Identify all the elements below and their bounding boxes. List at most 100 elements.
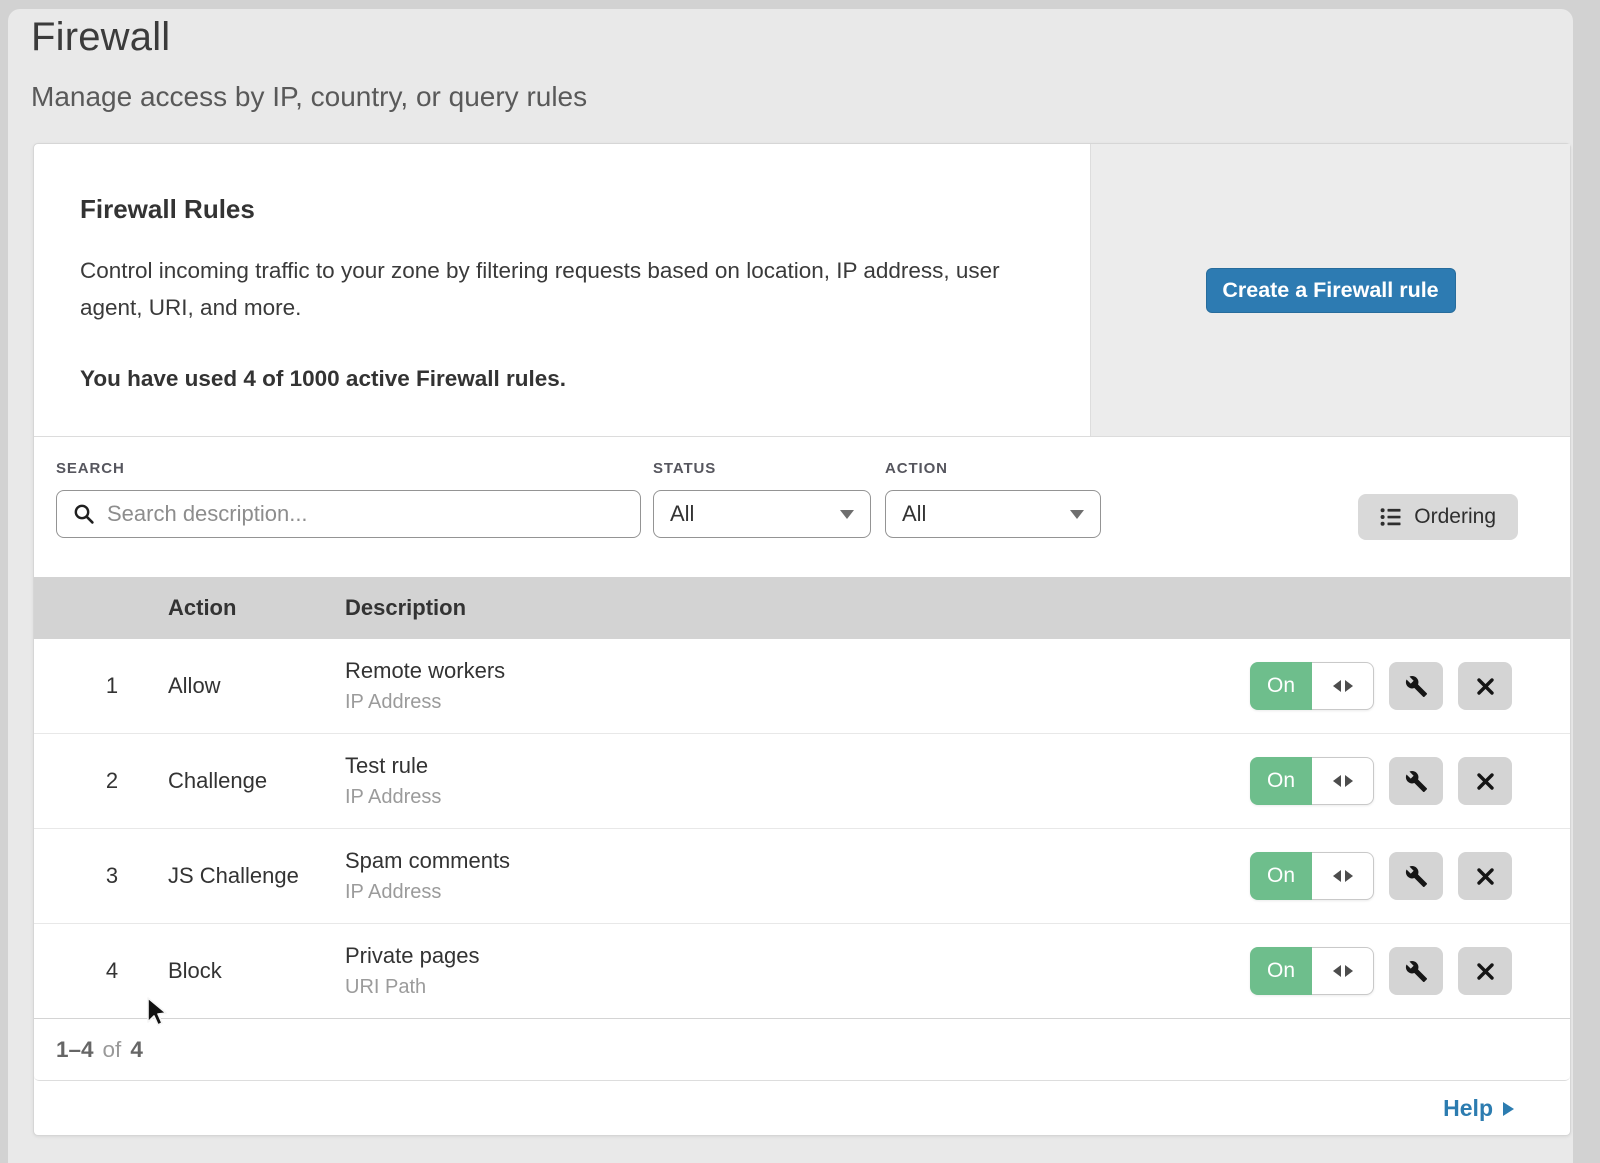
ordering-button[interactable]: Ordering <box>1358 494 1518 540</box>
edit-rule-button[interactable] <box>1389 757 1443 805</box>
description-column-header: Description <box>345 595 1250 621</box>
triangle-right-icon <box>1345 965 1353 977</box>
card-footer: Help <box>34 1081 1570 1135</box>
action-selected-value: All <box>902 501 926 527</box>
search-icon <box>73 503 95 525</box>
rule-description-cell: Private pages URI Path <box>345 943 1250 999</box>
wrench-icon <box>1405 770 1428 793</box>
help-arrow-icon <box>1503 1102 1514 1116</box>
rule-description-cell: Remote workers IP Address <box>345 658 1250 714</box>
status-label: STATUS <box>653 460 871 477</box>
firewall-rules-card: Firewall Rules Control incoming traffic … <box>33 143 1571 1136</box>
toggle-state-label[interactable]: On <box>1250 757 1312 805</box>
help-link[interactable]: Help <box>1443 1095 1514 1122</box>
rule-match-type: IP Address <box>345 786 1250 809</box>
card-header: Firewall Rules Control incoming traffic … <box>34 144 1570 437</box>
card-header-text: Firewall Rules Control incoming traffic … <box>34 144 1090 436</box>
rule-description: Private pages <box>345 943 1250 969</box>
rule-match-type: URI Path <box>345 976 1250 999</box>
action-label: ACTION <box>885 460 1101 477</box>
close-icon <box>1475 866 1496 887</box>
pagination: 1–4 of 4 <box>34 1019 1570 1081</box>
delete-rule-button[interactable] <box>1458 662 1512 710</box>
rule-controls: On <box>1250 662 1570 710</box>
toggle-state-label[interactable]: On <box>1250 852 1312 900</box>
search-input[interactable] <box>105 500 624 528</box>
search-field[interactable] <box>56 490 641 538</box>
rule-priority: 2 <box>84 768 118 794</box>
close-icon <box>1475 676 1496 697</box>
rule-row: 4 Block Private pages URI Path On <box>34 924 1570 1019</box>
pagination-total: 4 <box>130 1037 143 1063</box>
wrench-icon <box>1405 865 1428 888</box>
toggle-state-label[interactable]: On <box>1250 662 1312 710</box>
triangle-left-icon <box>1333 965 1341 977</box>
rule-enabled-toggle[interactable]: On <box>1250 852 1374 900</box>
rule-description: Spam comments <box>345 848 1250 874</box>
caret-down-icon <box>1070 510 1084 519</box>
rule-controls: On <box>1250 947 1570 995</box>
rule-controls: On <box>1250 852 1570 900</box>
delete-rule-button[interactable] <box>1458 757 1512 805</box>
table-header: Action Description <box>34 577 1570 639</box>
action-column-header: Action <box>168 595 345 621</box>
rule-description: Test rule <box>345 753 1250 779</box>
triangle-right-icon <box>1345 870 1353 882</box>
search-filter-group: SEARCH <box>56 460 641 538</box>
rule-action: JS Challenge <box>168 863 345 889</box>
rule-description: Remote workers <box>345 658 1250 684</box>
caret-down-icon <box>840 510 854 519</box>
action-select[interactable]: All <box>885 490 1101 538</box>
toggle-arrows-icon[interactable] <box>1312 757 1374 805</box>
rule-row: 3 JS Challenge Spam comments IP Address … <box>34 829 1570 924</box>
pagination-range: 1–4 <box>56 1037 94 1063</box>
triangle-right-icon <box>1345 775 1353 787</box>
wrench-icon <box>1405 675 1428 698</box>
close-icon <box>1475 961 1496 982</box>
rule-priority: 1 <box>84 673 118 699</box>
content-window: Firewall Manage access by IP, country, o… <box>8 9 1573 1163</box>
status-select[interactable]: All <box>653 490 871 538</box>
toggle-arrows-icon[interactable] <box>1312 662 1374 710</box>
toggle-state-label[interactable]: On <box>1250 947 1312 995</box>
help-link-label: Help <box>1443 1095 1493 1122</box>
rule-description-cell: Spam comments IP Address <box>345 848 1250 904</box>
delete-rule-button[interactable] <box>1458 852 1512 900</box>
triangle-right-icon <box>1345 680 1353 692</box>
create-firewall-rule-button[interactable]: Create a Firewall rule <box>1206 268 1456 313</box>
filter-bar: SEARCH STATUS All ACTION <box>34 437 1570 577</box>
page-title: Firewall <box>31 15 170 60</box>
rule-description-cell: Test rule IP Address <box>345 753 1250 809</box>
rule-action: Block <box>168 958 345 984</box>
rule-match-type: IP Address <box>345 691 1250 714</box>
rule-match-type: IP Address <box>345 881 1250 904</box>
rule-enabled-toggle[interactable]: On <box>1250 947 1374 995</box>
rule-action: Allow <box>168 673 345 699</box>
rule-enabled-toggle[interactable]: On <box>1250 662 1374 710</box>
rule-row: 2 Challenge Test rule IP Address On <box>34 734 1570 829</box>
rule-priority: 3 <box>84 863 118 889</box>
toggle-arrows-icon[interactable] <box>1312 947 1374 995</box>
create-rule-panel: Create a Firewall rule <box>1090 144 1570 436</box>
edit-rule-button[interactable] <box>1389 852 1443 900</box>
rules-list: 1 Allow Remote workers IP Address On <box>34 639 1570 1019</box>
rule-enabled-toggle[interactable]: On <box>1250 757 1374 805</box>
status-selected-value: All <box>670 501 694 527</box>
status-filter-group: STATUS All <box>653 460 871 538</box>
edit-rule-button[interactable] <box>1389 662 1443 710</box>
ordering-button-label: Ordering <box>1414 505 1496 529</box>
pagination-of-label: of <box>103 1037 122 1063</box>
usage-note: You have used 4 of 1000 active Firewall … <box>80 360 1030 397</box>
edit-rule-button[interactable] <box>1389 947 1443 995</box>
action-filter-group: ACTION All <box>885 460 1101 538</box>
ordering-list-icon <box>1380 507 1402 527</box>
triangle-left-icon <box>1333 680 1341 692</box>
toggle-arrows-icon[interactable] <box>1312 852 1374 900</box>
search-label: SEARCH <box>56 460 641 477</box>
delete-rule-button[interactable] <box>1458 947 1512 995</box>
close-icon <box>1475 771 1496 792</box>
wrench-icon <box>1405 960 1428 983</box>
rule-row: 1 Allow Remote workers IP Address On <box>34 639 1570 734</box>
rule-action: Challenge <box>168 768 345 794</box>
rule-controls: On <box>1250 757 1570 805</box>
